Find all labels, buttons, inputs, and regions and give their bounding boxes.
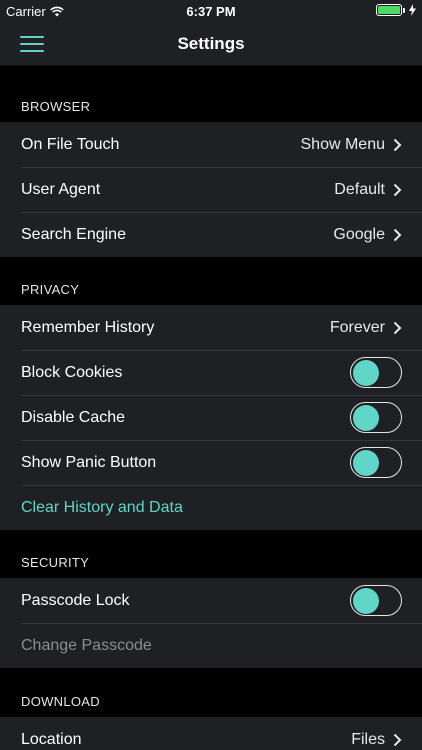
section-header-security: SECURITY: [21, 555, 90, 570]
disable-cache-row: Disable Cache: [0, 395, 422, 440]
privacy-group: Remember History Forever Block Cookies D…: [0, 305, 422, 530]
download-group: Location Files: [0, 717, 422, 750]
disable-cache-toggle[interactable]: [350, 402, 402, 433]
security-group: Passcode Lock Change Passcode: [0, 578, 422, 668]
row-label: Remember History: [21, 318, 155, 336]
toggle-knob: [353, 450, 379, 476]
section-header-privacy: PRIVACY: [21, 282, 80, 297]
toggle-knob: [353, 360, 379, 386]
row-label: Show Panic Button: [21, 453, 157, 471]
status-time: 6:37 PM: [186, 4, 236, 19]
chevron-right-icon: [393, 183, 402, 196]
show-panic-button-toggle[interactable]: [350, 447, 402, 478]
chevron-right-icon: [393, 321, 402, 334]
settings-list: BROWSER On File Touch Show Menu User Age…: [0, 66, 422, 750]
chevron-right-icon: [393, 733, 402, 746]
charging-bolt-icon: [409, 4, 416, 16]
passcode-lock-toggle[interactable]: [350, 585, 402, 616]
passcode-lock-row: Passcode Lock: [0, 578, 422, 623]
row-label: On File Touch: [21, 135, 120, 153]
row-label: Search Engine: [21, 225, 126, 243]
chevron-right-icon: [393, 228, 402, 241]
user-agent-row[interactable]: User Agent Default: [0, 167, 422, 212]
row-label: Passcode Lock: [21, 591, 130, 609]
row-label: Change Passcode: [21, 636, 152, 654]
browser-group: On File Touch Show Menu User Agent Defau…: [0, 122, 422, 257]
row-value: Forever: [329, 318, 385, 336]
row-value: Default: [334, 180, 385, 198]
block-cookies-toggle[interactable]: [350, 357, 402, 388]
navigation-bar: Settings: [0, 22, 422, 66]
row-label: Block Cookies: [21, 363, 123, 381]
section-header-download: DOWNLOAD: [21, 694, 100, 709]
chevron-right-icon: [393, 138, 402, 151]
row-label: Clear History and Data: [21, 498, 183, 516]
row-label: Disable Cache: [21, 408, 126, 426]
row-label: Location: [21, 730, 82, 748]
show-panic-button-row: Show Panic Button: [0, 440, 422, 485]
clear-history-button[interactable]: Clear History and Data: [0, 485, 422, 530]
block-cookies-row: Block Cookies: [0, 350, 422, 395]
toggle-knob: [353, 588, 379, 614]
change-passcode-row: Change Passcode: [0, 623, 422, 668]
page-title: Settings: [177, 34, 245, 53]
search-engine-row[interactable]: Search Engine Google: [0, 212, 422, 257]
row-label: User Agent: [21, 180, 101, 198]
status-bar: Carrier 6:37 PM: [0, 0, 422, 22]
row-value: Show Menu: [300, 135, 386, 153]
row-value: Google: [333, 225, 385, 243]
location-row[interactable]: Location Files: [0, 717, 422, 750]
remember-history-row[interactable]: Remember History Forever: [0, 305, 422, 350]
status-right: [376, 4, 416, 16]
row-value: Files: [351, 730, 385, 748]
section-header-browser: BROWSER: [21, 99, 91, 114]
battery-icon: [376, 4, 405, 16]
toggle-knob: [353, 405, 379, 431]
on-file-touch-row[interactable]: On File Touch Show Menu: [0, 122, 422, 167]
